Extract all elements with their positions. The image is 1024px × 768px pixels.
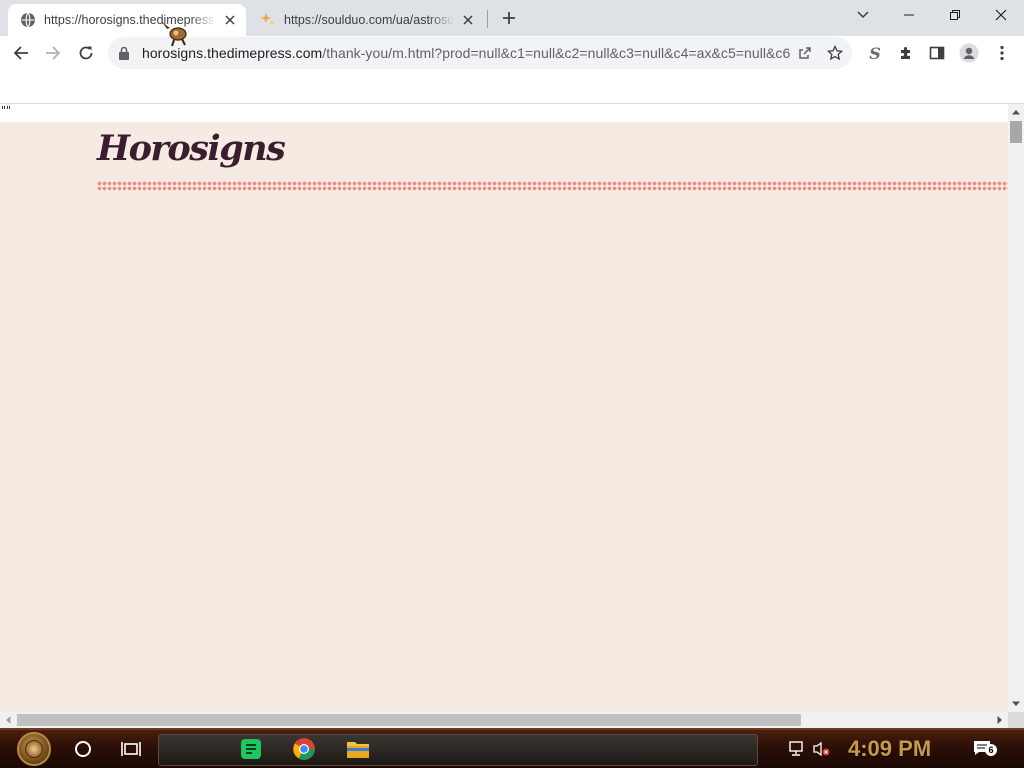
side-panel-button[interactable] [922,38,952,68]
scroll-right-arrow[interactable] [992,712,1008,728]
site-logo[interactable]: Horosigns [97,128,286,169]
plus-icon [503,12,515,24]
arrow-right-icon [46,46,61,60]
chrome-icon [293,738,315,760]
scroll-down-arrow[interactable] [1008,696,1024,712]
tab-search-button[interactable] [840,0,886,30]
taskbar-chrome[interactable] [286,730,322,768]
taskbar-clock[interactable]: 4:09 PM [848,730,931,768]
close-window-button[interactable] [978,0,1024,30]
vertical-scrollbar[interactable] [1008,104,1024,712]
new-tab-button[interactable] [497,6,521,30]
page-content: Horosigns [0,122,1008,712]
url-path: /thank-you/m.html?prod=null&c1=null&c2=n… [322,45,790,61]
extensions-button[interactable] [891,38,921,68]
kebab-menu-icon [1000,45,1004,61]
tab-horosigns[interactable]: https://horosigns.thedimepress.com/thank… [8,4,246,36]
tab-title: https://soulduo.com/ua/astrosoul [284,13,454,27]
dotted-divider [97,181,1008,191]
profile-button[interactable] [954,38,984,68]
notification-count-badge: 6 [985,744,997,756]
share-icon[interactable] [790,38,820,68]
mouse-cursor-icon [160,20,192,50]
start-orb-icon [17,732,51,766]
taskbar-app-green[interactable] [234,730,268,768]
tab-soulduo[interactable]: https://soulduo.com/ua/astrosoul [250,4,484,36]
scrollbar-corner [1008,712,1024,728]
close-tab-icon[interactable] [220,10,240,30]
side-panel-icon [929,46,945,60]
notes-app-icon [241,739,261,759]
arrow-left-icon [13,46,28,60]
restore-button[interactable] [932,0,978,30]
url-text[interactable]: horosigns.thedimepress.com/thank-you/m.h… [142,45,790,61]
folder-icon [347,742,369,758]
bookmark-star-icon[interactable] [820,38,850,68]
globe-icon [20,12,36,28]
horizontal-scrollbar[interactable] [0,712,1008,728]
scroll-left-arrow[interactable] [0,712,16,728]
task-view-button[interactable] [114,730,148,768]
minimize-icon [904,14,914,16]
tab-separator [487,10,488,28]
extension-s-label: S [869,43,881,63]
restore-icon [950,10,960,20]
close-icon [995,9,1007,21]
extension-s-button[interactable]: S [860,38,890,68]
tab-strip: https://horosigns.thedimepress.com/thank… [0,0,1024,36]
minimize-button[interactable] [886,0,932,30]
forward-button[interactable] [38,38,68,68]
page-top-strip [0,104,1008,122]
vertical-scroll-thumb[interactable] [1010,121,1022,143]
puzzle-icon [901,47,910,59]
browser-toolbar: horosigns.thedimepress.com/thank-you/m.h… [0,36,1024,70]
chevron-down-icon [857,11,869,19]
menu-button[interactable] [987,38,1017,68]
scroll-up-arrow[interactable] [1008,104,1024,120]
circle-icon [75,741,91,757]
windows-taskbar: 4:09 PM 6 [0,728,1024,768]
reload-icon [79,46,93,60]
task-view-icon [121,742,141,756]
cortana-button[interactable] [66,730,100,768]
start-button[interactable] [8,730,60,768]
volume-muted-icon[interactable] [810,730,832,768]
network-icon[interactable] [786,730,808,768]
close-tab-icon[interactable] [458,10,478,30]
action-center-button[interactable]: 6 [968,730,998,768]
address-bar[interactable]: horosigns.thedimepress.com/thank-you/m.h… [108,37,852,69]
stray-text: "" [1,104,12,117]
reload-button[interactable] [71,38,101,68]
back-button[interactable] [6,38,36,68]
horizontal-scroll-thumb[interactable] [17,714,801,726]
sparkle-icon [260,12,276,28]
taskbar-file-explorer[interactable] [340,730,376,768]
avatar-icon [959,43,979,63]
lock-icon[interactable] [118,46,134,60]
